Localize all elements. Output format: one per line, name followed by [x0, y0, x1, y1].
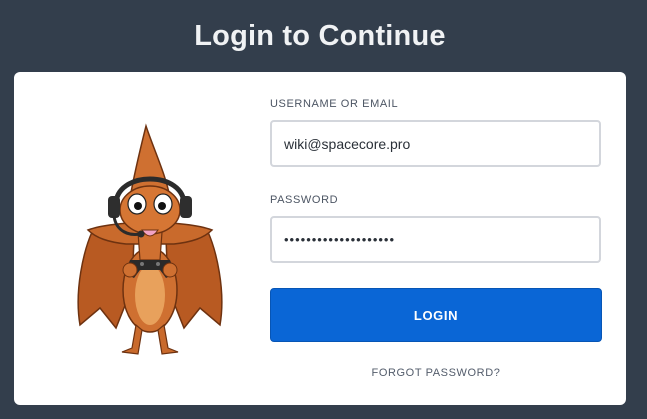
username-input[interactable]: [270, 120, 601, 167]
forgot-password-link[interactable]: FORGOT PASSWORD?: [270, 367, 602, 379]
password-input[interactable]: [270, 216, 601, 263]
login-card: USERNAME OR EMAIL PASSWORD LOGIN FORGOT …: [14, 72, 626, 405]
username-label: USERNAME OR EMAIL: [270, 98, 399, 110]
password-label: PASSWORD: [270, 194, 339, 206]
page-title: Login to Continue: [194, 20, 446, 52]
login-button[interactable]: LOGIN: [270, 288, 602, 342]
pterodactyl-mascot-icon: [77, 123, 223, 355]
